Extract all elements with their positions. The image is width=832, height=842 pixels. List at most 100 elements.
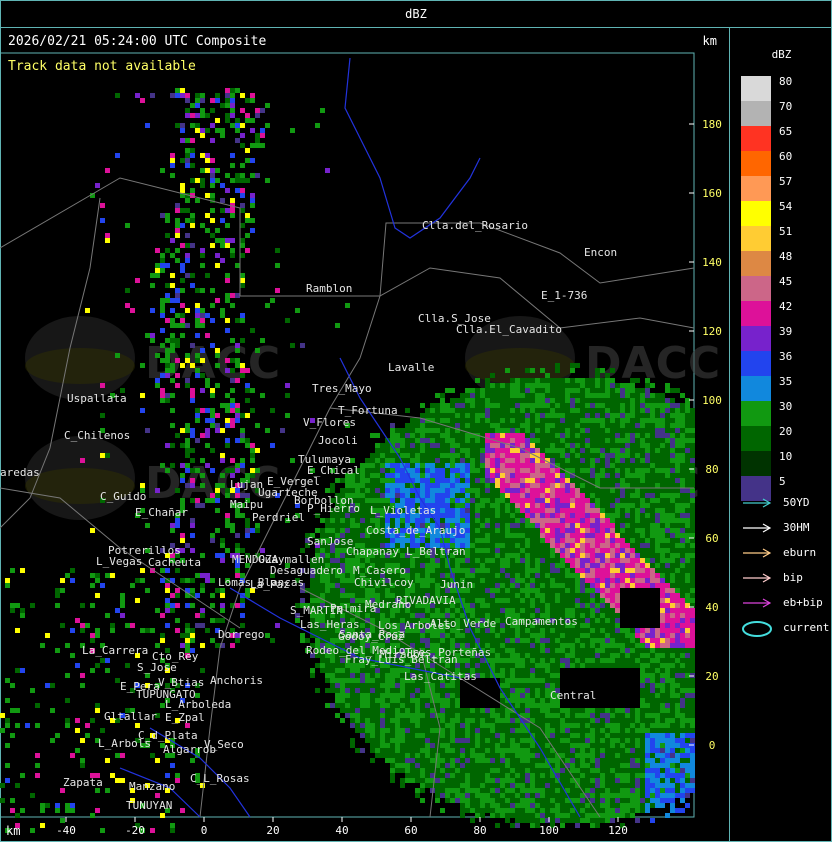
legend-label-65: 65 [779,125,793,138]
place-label: Campamentos [505,615,578,628]
place-label: Lujan [230,478,263,491]
track-legend-label: current [783,621,830,634]
place-label: V_Seco [204,738,244,751]
x-tick-label: -20 [125,824,145,837]
place-label: C_Chilenos [64,429,130,442]
legend-swatch-70 [741,101,771,126]
place-label: E_Zpal [165,711,205,724]
legend-label-36: 36 [779,350,793,363]
track-legend-current: current [741,620,830,637]
place-label: Alto_Verde [430,617,496,630]
legend-swatch-35 [741,376,771,401]
legend-swatch-54 [741,201,771,226]
place-label: Manzano [129,780,175,793]
legend-label-57: 57 [779,175,793,188]
place-label: RIVADAVIA [396,594,456,607]
legend-label-70: 70 [779,100,793,113]
track-legend-label: bip [783,571,803,584]
unit-label-top: km [702,34,717,48]
legend-label-51: 51 [779,225,793,238]
legend-label-10: 10 [779,450,793,463]
unit-label-bottom: km [6,824,21,838]
y-tick-label: 120 [702,325,722,338]
legend-swatch-45 [741,276,771,301]
legend-label-48: 48 [779,250,793,263]
place-label: L_Violetas [370,504,436,517]
legend-label-5: 5 [779,475,786,488]
place-label: Ramblon [306,282,352,295]
place-label: Uspallata [67,392,127,405]
place-label: C_L_Rosas [190,772,250,785]
current-ellipse-icon [742,621,772,637]
timestamp-label: 2026/02/21 05:24:00 UTC Composite [8,34,267,49]
place-label: Godoy_Cruz [338,630,404,643]
legend-label-20: 20 [779,425,793,438]
legend-label-45: 45 [779,275,793,288]
place-label: E_1-736 [541,289,587,302]
place-label: Jocoli [318,434,358,447]
place-label: T_Fortuna [338,404,398,417]
place-label: L_Arbols [98,737,151,750]
place-label: V_Btias [158,676,204,689]
x-tick-label: 0 [201,824,208,837]
place-label: L_Beltran [406,545,466,558]
place-label: M_Casero [353,564,406,577]
radar-map-canvas[interactable]: DACCDACCDACCDACCClla.del_RosarioEnconRam… [0,28,730,842]
legend-swatch-39 [741,326,771,351]
legend-label-39: 39 [779,325,793,338]
place-label: Clla.del_Rosario [422,219,528,232]
track-arrow-icon [743,523,772,533]
place-label: Central [550,689,596,702]
legend-swatch-48 [741,251,771,276]
legend-panel: dBZ 80 70 65 60 57 54 51 48 45 42 39 36 35 30 20 10 5 50… [731,28,832,842]
place-label: P_Hierro [307,502,360,515]
place-label: Perdriel [252,511,305,524]
legend-swatch-65 [741,126,771,151]
place-label: Las_Catitas [404,670,477,683]
place-label: La_Paz [250,578,290,591]
x-tick-label: 20 [266,824,279,837]
track-legend-30HM: 30HM [741,520,826,536]
y-tick-label: 180 [702,118,722,131]
legend-label-60: 60 [779,150,793,163]
place-label: Costa_de_Araujo [366,524,465,537]
place-label: aredas [0,466,40,479]
place-label: Junin [440,578,473,591]
place-label: Chapanay [346,545,399,558]
place-label: Clla.El_Cavadito [456,323,562,336]
y-tick-label: 140 [702,256,722,269]
y-tick-label: 80 [705,463,718,476]
legend-label-30: 30 [779,400,793,413]
y-tick-label: 40 [705,601,718,614]
x-tick-label: 120 [608,824,628,837]
legend-swatch-36 [741,351,771,376]
y-tick-label: 100 [702,394,722,407]
place-label: Fray_Luis_Beltran [345,653,458,666]
window-title: dBZ [0,0,832,28]
y-tick-label: 60 [705,532,718,545]
track-legend-label: eburn [783,546,817,559]
place-label: Encon [584,246,617,259]
place-label: Guaymallen [258,553,324,566]
place-label: Dorrego [218,628,264,641]
y-tick-label: 0 [709,739,716,752]
track-legend-50YD: 50YD [741,495,826,511]
place-label: E_Chañar [135,506,188,519]
legend-swatch-57 [741,176,771,201]
legend-swatch-20 [741,426,771,451]
track-arrow-icon [743,548,772,558]
place-label: Cacheuta [148,556,201,569]
place-label: Ugarteche [258,486,318,499]
legend-title: dBZ [771,48,792,61]
x-tick-label: -40 [56,824,76,837]
radar-map[interactable]: DACCDACCDACCDACCClla.del_RosarioEnconRam… [0,28,730,842]
place-label: Maipu [230,498,263,511]
x-tick-label: 100 [539,824,559,837]
legend-label-35: 35 [779,375,793,388]
track-legend-eburn: eburn [741,545,826,561]
place-label: V_Flores [303,416,356,429]
legend-swatch-42 [741,301,771,326]
track-legend-label: 30HM [783,521,810,534]
place-label: Lavalle [388,361,434,374]
y-tick-label: 160 [702,187,722,200]
